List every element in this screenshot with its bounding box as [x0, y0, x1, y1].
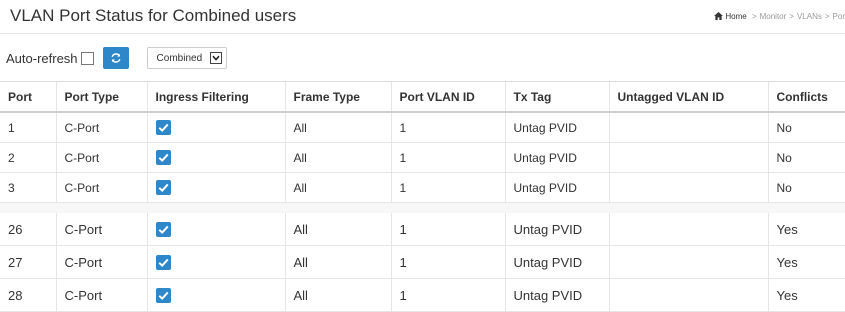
breadcrumb-vlans[interactable]: VLANs	[797, 12, 822, 21]
table-row: 2 C-Port All 1 Untag PVID No	[0, 142, 845, 173]
chevron-down-icon	[209, 52, 222, 64]
checkbox-checked-icon	[155, 255, 171, 271]
column-header-ingress-filtering: Ingress Filtering	[146, 81, 285, 113]
port-type-cell: C-Port	[55, 245, 147, 279]
port-cell: 3	[0, 172, 56, 203]
port-vlan-id-cell: 1	[390, 172, 505, 203]
untagged-vlan-id-cell	[608, 245, 768, 279]
frame-type-cell: All	[284, 278, 391, 312]
page-title: VLAN Port Status for Combined users	[10, 6, 297, 25]
ingress-filtering-cell	[146, 245, 285, 279]
row-gap-cell	[0, 202, 845, 213]
table-body-bottom: 26 C-Port All 1 Untag PVID Yes 27 C-Port…	[0, 213, 845, 312]
breadcrumb-separator: >	[824, 12, 830, 21]
table-row-gap	[0, 202, 845, 213]
ingress-filtering-cell	[146, 278, 285, 312]
home-icon	[714, 12, 724, 20]
checkbox-checked-icon	[155, 150, 171, 166]
conflicts-cell: No	[767, 142, 845, 173]
user-select[interactable]: Combined	[146, 47, 227, 69]
port-vlan-id-cell: 1	[390, 213, 505, 246]
frame-type-cell: All	[284, 112, 391, 143]
column-header-untagged-vlan-id: Untagged VLAN ID	[608, 81, 768, 113]
tx-tag-cell: Untag PVID	[504, 278, 609, 312]
breadcrumb-separator: >	[789, 12, 794, 21]
column-header-conflicts: Conflicts	[767, 81, 845, 113]
conflicts-cell: No	[767, 112, 845, 143]
auto-refresh-checkbox[interactable]	[80, 51, 94, 65]
conflicts-cell: Yes	[767, 245, 845, 279]
port-vlan-id-cell: 1	[390, 112, 505, 143]
column-header-frame-type: Frame Type	[284, 81, 391, 113]
tx-tag-cell: Untag PVID	[504, 172, 609, 203]
ingress-filtering-cell	[146, 112, 285, 143]
table-body-top: 1 C-Port All 1 Untag PVID No 2 C-Port Al…	[0, 112, 845, 213]
conflicts-cell: Yes	[767, 213, 845, 246]
untagged-vlan-id-cell	[608, 213, 768, 246]
breadcrumb-monitor[interactable]: Monitor	[760, 12, 787, 21]
port-type-cell: C-Port	[55, 142, 147, 173]
port-cell: 2	[0, 142, 56, 173]
table-header-row: Port Port Type Ingress Filtering Frame T…	[0, 81, 845, 113]
port-type-cell: C-Port	[55, 112, 147, 143]
page-header: VLAN Port Status for Combined users Home…	[0, 0, 845, 34]
port-type-cell: C-Port	[55, 172, 147, 203]
untagged-vlan-id-cell	[608, 142, 768, 173]
frame-type-cell: All	[284, 245, 391, 279]
refresh-button[interactable]	[102, 47, 129, 69]
table-row: 28 C-Port All 1 Untag PVID Yes	[0, 278, 845, 312]
checkbox-checked-icon	[155, 120, 171, 136]
table-row: 1 C-Port All 1 Untag PVID No	[0, 112, 845, 143]
port-cell: 26	[0, 213, 56, 246]
frame-type-cell: All	[284, 172, 391, 203]
ingress-filtering-cell	[146, 172, 285, 203]
table-row: 3 C-Port All 1 Untag PVID No	[0, 172, 845, 203]
checkbox-checked-icon	[155, 222, 171, 238]
column-header-port: Port	[0, 81, 56, 113]
port-type-cell: C-Port	[55, 213, 147, 246]
tx-tag-cell: Untag PVID	[504, 112, 609, 143]
checkbox-checked-icon	[155, 288, 171, 304]
frame-type-cell: All	[284, 213, 391, 246]
port-vlan-id-cell: 1	[390, 142, 505, 173]
table-row: 27 C-Port All 1 Untag PVID Yes	[0, 245, 845, 279]
user-select-value: Combined	[156, 52, 203, 64]
conflicts-cell: Yes	[767, 278, 845, 312]
port-cell: 28	[0, 278, 56, 312]
breadcrumb-current: Por	[832, 12, 845, 21]
tx-tag-cell: Untag PVID	[504, 245, 609, 279]
refresh-icon	[111, 53, 121, 63]
tx-tag-cell: Untag PVID	[504, 142, 609, 173]
ingress-filtering-cell	[146, 213, 285, 246]
port-cell: 27	[0, 245, 56, 279]
checkbox-checked-icon	[155, 180, 171, 196]
column-header-port-type: Port Type	[55, 81, 147, 113]
table-row: 26 C-Port All 1 Untag PVID Yes	[0, 213, 845, 246]
breadcrumb: Home > Monitor > VLANs > Por	[714, 12, 845, 21]
port-cell: 1	[0, 112, 56, 143]
column-header-port-vlan-id: Port VLAN ID	[390, 81, 505, 113]
vlan-port-status-table: Port Port Type Ingress Filtering Frame T…	[0, 81, 845, 312]
column-header-tx-tag: Tx Tag	[504, 81, 609, 113]
breadcrumb-home[interactable]: Home	[714, 12, 749, 21]
port-type-cell: C-Port	[55, 278, 147, 312]
untagged-vlan-id-cell	[608, 278, 768, 312]
breadcrumb-separator: >	[751, 12, 757, 21]
toolbar: Auto-refresh Combined	[6, 44, 227, 72]
tx-tag-cell: Untag PVID	[504, 213, 609, 246]
breadcrumb-home-label: Home	[725, 12, 747, 21]
untagged-vlan-id-cell	[608, 112, 768, 143]
port-vlan-id-cell: 1	[390, 278, 505, 312]
untagged-vlan-id-cell	[608, 172, 768, 203]
port-vlan-id-cell: 1	[390, 245, 505, 279]
auto-refresh-label: Auto-refresh	[6, 50, 78, 66]
conflicts-cell: No	[767, 172, 845, 203]
ingress-filtering-cell	[146, 142, 285, 173]
frame-type-cell: All	[284, 142, 391, 173]
